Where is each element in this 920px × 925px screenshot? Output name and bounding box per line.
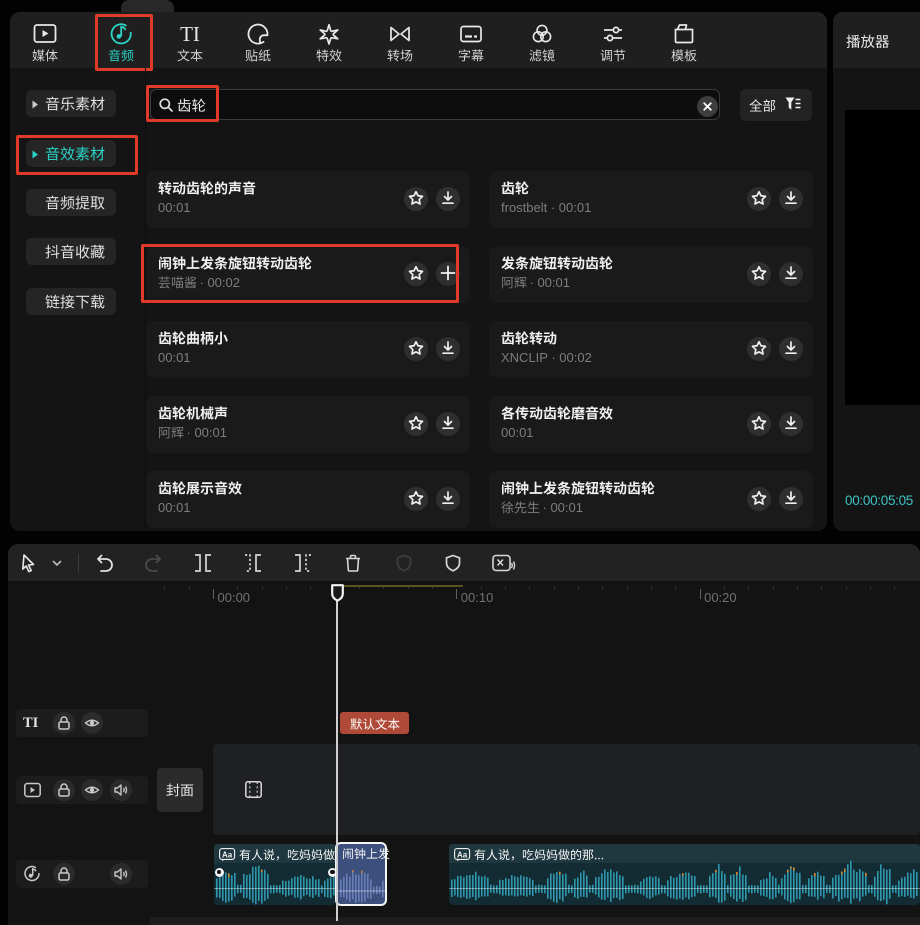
svg-text:Aa: Aa bbox=[456, 850, 467, 859]
svg-text:Aa: Aa bbox=[221, 850, 232, 859]
svg-text:TI: TI bbox=[180, 22, 200, 46]
